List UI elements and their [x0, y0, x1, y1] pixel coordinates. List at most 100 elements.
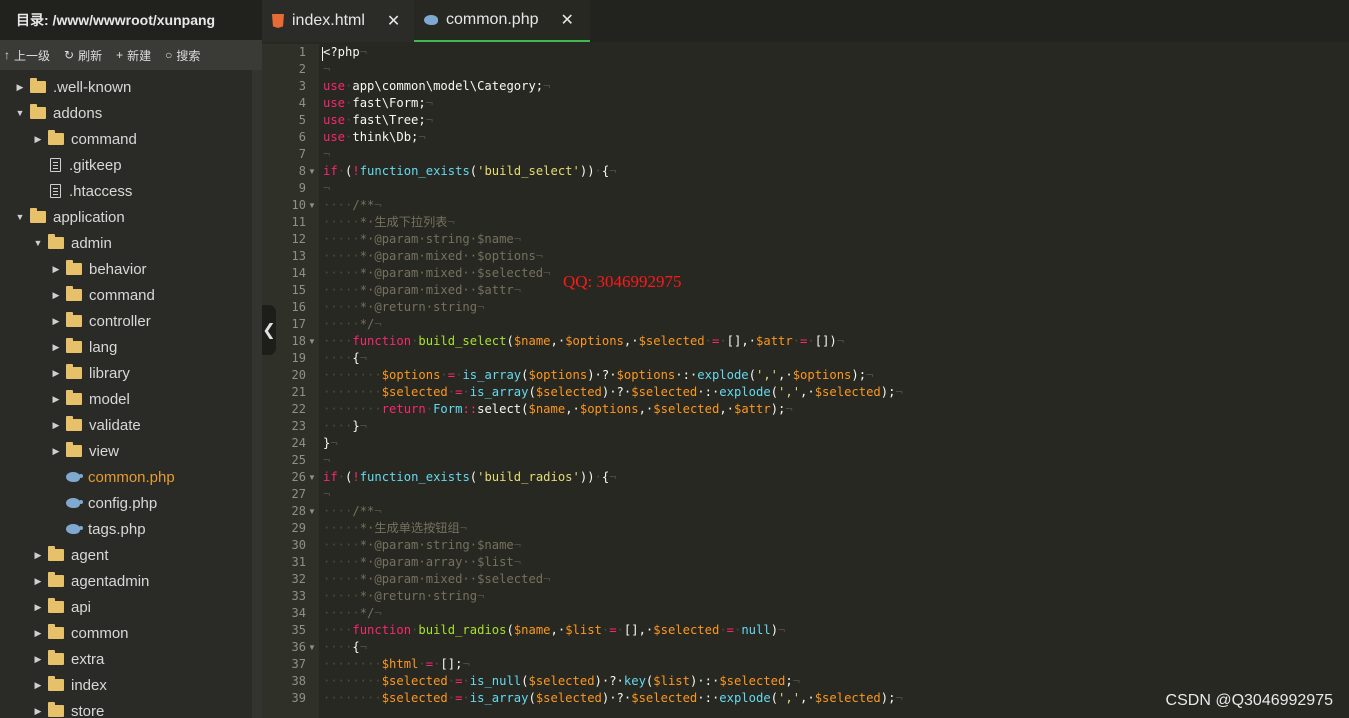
code-line[interactable]: ········$selected·=·is_null($selected)·?…	[323, 673, 800, 690]
code-line[interactable]: ·····*·生成下拉列表¬	[323, 214, 455, 231]
sidebar-scrollbar[interactable]	[252, 70, 262, 718]
code-line[interactable]: ¬	[323, 61, 330, 78]
tree-item-command[interactable]: ▶ command	[0, 282, 252, 308]
tree-item-command[interactable]: ▶ command	[0, 126, 252, 152]
code-line[interactable]: ·····*·@param·array··$list¬	[323, 554, 521, 571]
tree-item-application[interactable]: ▼ application	[0, 204, 252, 230]
code-line[interactable]: ·····*·生成单选按钮组¬	[323, 520, 467, 537]
caret-right-icon[interactable]: ▶	[32, 628, 44, 639]
code-line[interactable]: ·····*·@param·mixed··$selected¬	[323, 571, 550, 588]
toolbar-button-refresh[interactable]: ↻ 刷新	[64, 47, 102, 64]
caret-right-icon[interactable]: ▶	[50, 420, 62, 431]
caret-down-icon[interactable]: ▼	[32, 238, 44, 248]
tree-item-htaccess[interactable]: .htaccess	[0, 178, 252, 204]
fold-arrow-icon[interactable]: ▼	[308, 197, 316, 214]
code-line[interactable]: ········$selected·=·is_array($selected)·…	[323, 384, 903, 401]
caret-right-icon[interactable]: ▶	[32, 576, 44, 587]
code-line[interactable]: <?php¬	[323, 44, 367, 61]
code-line[interactable]: use·fast\Tree;¬	[323, 112, 433, 129]
code-line[interactable]: }¬	[323, 435, 338, 452]
code-line[interactable]: ·····*/¬	[323, 316, 382, 333]
fold-arrow-icon[interactable]: ▼	[308, 333, 316, 350]
tree-item-library[interactable]: ▶ library	[0, 360, 252, 386]
caret-right-icon[interactable]: ▶	[32, 134, 44, 145]
code-line[interactable]: ········$html·=·[];¬	[323, 656, 470, 673]
code-line[interactable]: if·(!function_exists('build_radios'))·{¬	[323, 469, 617, 486]
tree-item-controller[interactable]: ▶ controller	[0, 308, 252, 334]
code-line[interactable]: ········$options·=·is_array($options)·?·…	[323, 367, 873, 384]
caret-right-icon[interactable]: ▶	[50, 264, 62, 275]
caret-right-icon[interactable]: ▶	[32, 550, 44, 561]
tree-item-api[interactable]: ▶ api	[0, 594, 252, 620]
code-line[interactable]: ·····*·@param·string·$name¬	[323, 537, 521, 554]
tab-common-php[interactable]: common.php ✕	[414, 0, 590, 42]
code-line[interactable]: ·····*·@param·mixed··$selected¬	[323, 265, 550, 282]
code-line[interactable]: ·····*·@param·string·$name¬	[323, 231, 521, 248]
caret-down-icon[interactable]: ▼	[14, 108, 26, 118]
tree-item-agent[interactable]: ▶ agent	[0, 542, 252, 568]
code-line[interactable]: ····/**¬	[323, 197, 382, 214]
tree-item-agentadmin[interactable]: ▶ agentadmin	[0, 568, 252, 594]
tree-item-validate[interactable]: ▶ validate	[0, 412, 252, 438]
tree-item-config-php[interactable]: config.php	[0, 490, 252, 516]
code-line[interactable]: ·····*·@param·mixed··$attr¬	[323, 282, 521, 299]
tree-item-tags-php[interactable]: tags.php	[0, 516, 252, 542]
toolbar-button-plus[interactable]: + 新建	[116, 47, 151, 64]
code-line[interactable]: ····function·build_radios($name,·$list·=…	[323, 622, 785, 639]
tree-item-well-known[interactable]: ▶ .well-known	[0, 74, 252, 100]
tree-item-model[interactable]: ▶ model	[0, 386, 252, 412]
collapse-sidebar-button[interactable]: ❮	[262, 305, 276, 355]
fold-arrow-icon[interactable]: ▼	[308, 503, 316, 520]
code-line[interactable]: ········$selected·=·is_array($selected)·…	[323, 690, 903, 707]
toolbar-button-search[interactable]: ○ 搜索	[165, 47, 200, 64]
caret-right-icon[interactable]: ▶	[32, 706, 44, 717]
close-icon[interactable]: ✕	[561, 10, 574, 30]
code-line[interactable]: ·····*·@return·string¬	[323, 299, 484, 316]
tree-item-gitkeep[interactable]: .gitkeep	[0, 152, 252, 178]
close-icon[interactable]: ✕	[387, 11, 400, 31]
code-line[interactable]: use·fast\Form;¬	[323, 95, 433, 112]
caret-right-icon[interactable]: ▶	[50, 316, 62, 327]
tree-item-behavior[interactable]: ▶ behavior	[0, 256, 252, 282]
tree-item-addons[interactable]: ▼ addons	[0, 100, 252, 126]
tab-index-html[interactable]: index.html ✕	[262, 0, 414, 42]
tree-item-store[interactable]: ▶ store	[0, 698, 252, 718]
caret-right-icon[interactable]: ▶	[32, 680, 44, 691]
tree-item-admin[interactable]: ▼ admin	[0, 230, 252, 256]
code-line[interactable]: ·····*·@param·mixed··$options¬	[323, 248, 543, 265]
caret-right-icon[interactable]: ▶	[14, 82, 26, 93]
tree-item-view[interactable]: ▶ view	[0, 438, 252, 464]
code-line[interactable]: ¬	[323, 486, 330, 503]
tree-item-lang[interactable]: ▶ lang	[0, 334, 252, 360]
toolbar-button-arrow-up[interactable]: ↑ 上一级	[4, 47, 50, 64]
caret-right-icon[interactable]: ▶	[50, 394, 62, 405]
code-line[interactable]: ¬	[323, 180, 330, 197]
code-line[interactable]: ····{¬	[323, 639, 367, 656]
code-line[interactable]: ········return·Form::select($name,·$opti…	[323, 401, 793, 418]
caret-right-icon[interactable]: ▶	[32, 654, 44, 665]
tree-item-common[interactable]: ▶ common	[0, 620, 252, 646]
code-line[interactable]: ¬	[323, 146, 330, 163]
caret-right-icon[interactable]: ▶	[32, 602, 44, 613]
tree-item-common-php[interactable]: common.php	[0, 464, 252, 490]
fold-arrow-icon[interactable]: ▼	[308, 639, 316, 656]
code-line[interactable]: ····function·build_select($name,·$option…	[323, 333, 844, 350]
fold-arrow-icon[interactable]: ▼	[308, 163, 316, 180]
caret-right-icon[interactable]: ▶	[50, 446, 62, 457]
code-editor[interactable]: 1 2 3 4 5 6 7 8 ▼ 9 10 ▼ 11 12 13 14 15 16 17 18 ▼ 19 20 21 22 23…	[262, 44, 1349, 718]
tree-item-index[interactable]: ▶ index	[0, 672, 252, 698]
code-line[interactable]: ····}¬	[323, 418, 367, 435]
tree-item-extra[interactable]: ▶ extra	[0, 646, 252, 672]
code-line[interactable]: if·(!function_exists('build_select'))·{¬	[323, 163, 617, 180]
code-line[interactable]: use·app\common\model\Category;¬	[323, 78, 550, 95]
caret-down-icon[interactable]: ▼	[14, 212, 26, 222]
code-line[interactable]: ·····*·@return·string¬	[323, 588, 484, 605]
code-line[interactable]: ·····*/¬	[323, 605, 382, 622]
code-line[interactable]: ····/**¬	[323, 503, 382, 520]
fold-arrow-icon[interactable]: ▼	[308, 469, 316, 486]
code-line[interactable]: ····{¬	[323, 350, 367, 367]
caret-right-icon[interactable]: ▶	[50, 290, 62, 301]
caret-right-icon[interactable]: ▶	[50, 342, 62, 353]
code-line[interactable]: use·think\Db;¬	[323, 129, 426, 146]
code-line[interactable]: ¬	[323, 452, 330, 469]
